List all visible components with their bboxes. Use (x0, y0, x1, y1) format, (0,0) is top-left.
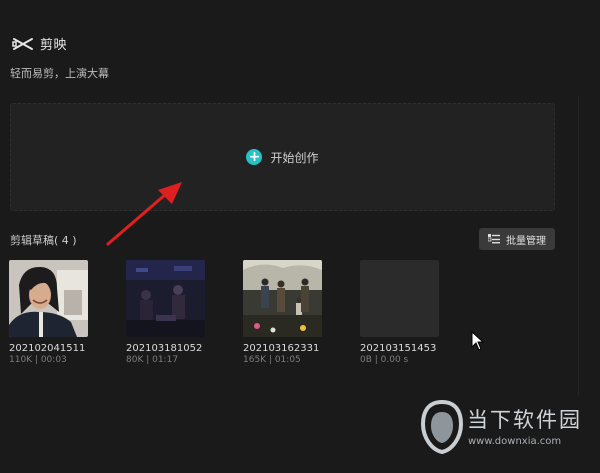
draft-thumbnail (126, 260, 205, 337)
plus-icon: + (246, 149, 263, 165)
app-slogan: 轻而易剪，上演大幕 (10, 67, 109, 80)
draft-name: 202103181052 (126, 343, 203, 354)
batch-manage-label: 批量管理 (506, 235, 546, 247)
draft-name: 202102041511 (9, 343, 86, 354)
app-window: 剪映 轻而易剪，上演大幕 + 开始创作 剪辑草稿( 4 ) 批量管理 20210… (0, 0, 600, 473)
watermark-logo-icon (420, 400, 464, 454)
draft-meta: 110K | 00:03 (9, 355, 67, 365)
draft-card[interactable]: 202103162331 165K | 01:05 (243, 260, 323, 365)
scrollbar-track[interactable] (578, 96, 579, 396)
batch-manage-button[interactable]: 批量管理 (479, 228, 555, 250)
draft-thumbnail (9, 260, 88, 337)
list-manage-icon (488, 234, 500, 244)
draft-meta: 80K | 01:17 (126, 355, 179, 365)
watermark-title: 当下软件园 (467, 408, 582, 432)
draft-meta: 165K | 01:05 (243, 355, 301, 365)
drafts-section-title: 剪辑草稿( 4 ) (10, 234, 77, 247)
app-name: 剪映 (40, 38, 68, 53)
mouse-cursor-icon (471, 331, 485, 351)
draft-name: 202103162331 (243, 343, 320, 354)
draft-meta: 0B | 0.00 s (360, 355, 409, 365)
draft-name: 202103151453 (360, 343, 437, 354)
draft-card[interactable]: 202102041511 110K | 00:03 (9, 260, 89, 365)
brand: 剪映 (12, 34, 67, 53)
capcut-logo-icon (12, 37, 33, 50)
draft-thumbnail (243, 260, 322, 337)
draft-thumbnail-empty (360, 260, 439, 337)
watermark: 当下软件园 www.downxia.com (420, 398, 600, 458)
watermark-url: www.downxia.com (468, 436, 562, 447)
start-creation-label: 开始创作 (270, 150, 319, 165)
draft-card[interactable]: 202103181052 80K | 01:17 (126, 260, 206, 365)
draft-card[interactable]: 202103151453 0B | 0.00 s (360, 260, 440, 365)
start-creation-button[interactable]: + 开始创作 (10, 103, 555, 211)
